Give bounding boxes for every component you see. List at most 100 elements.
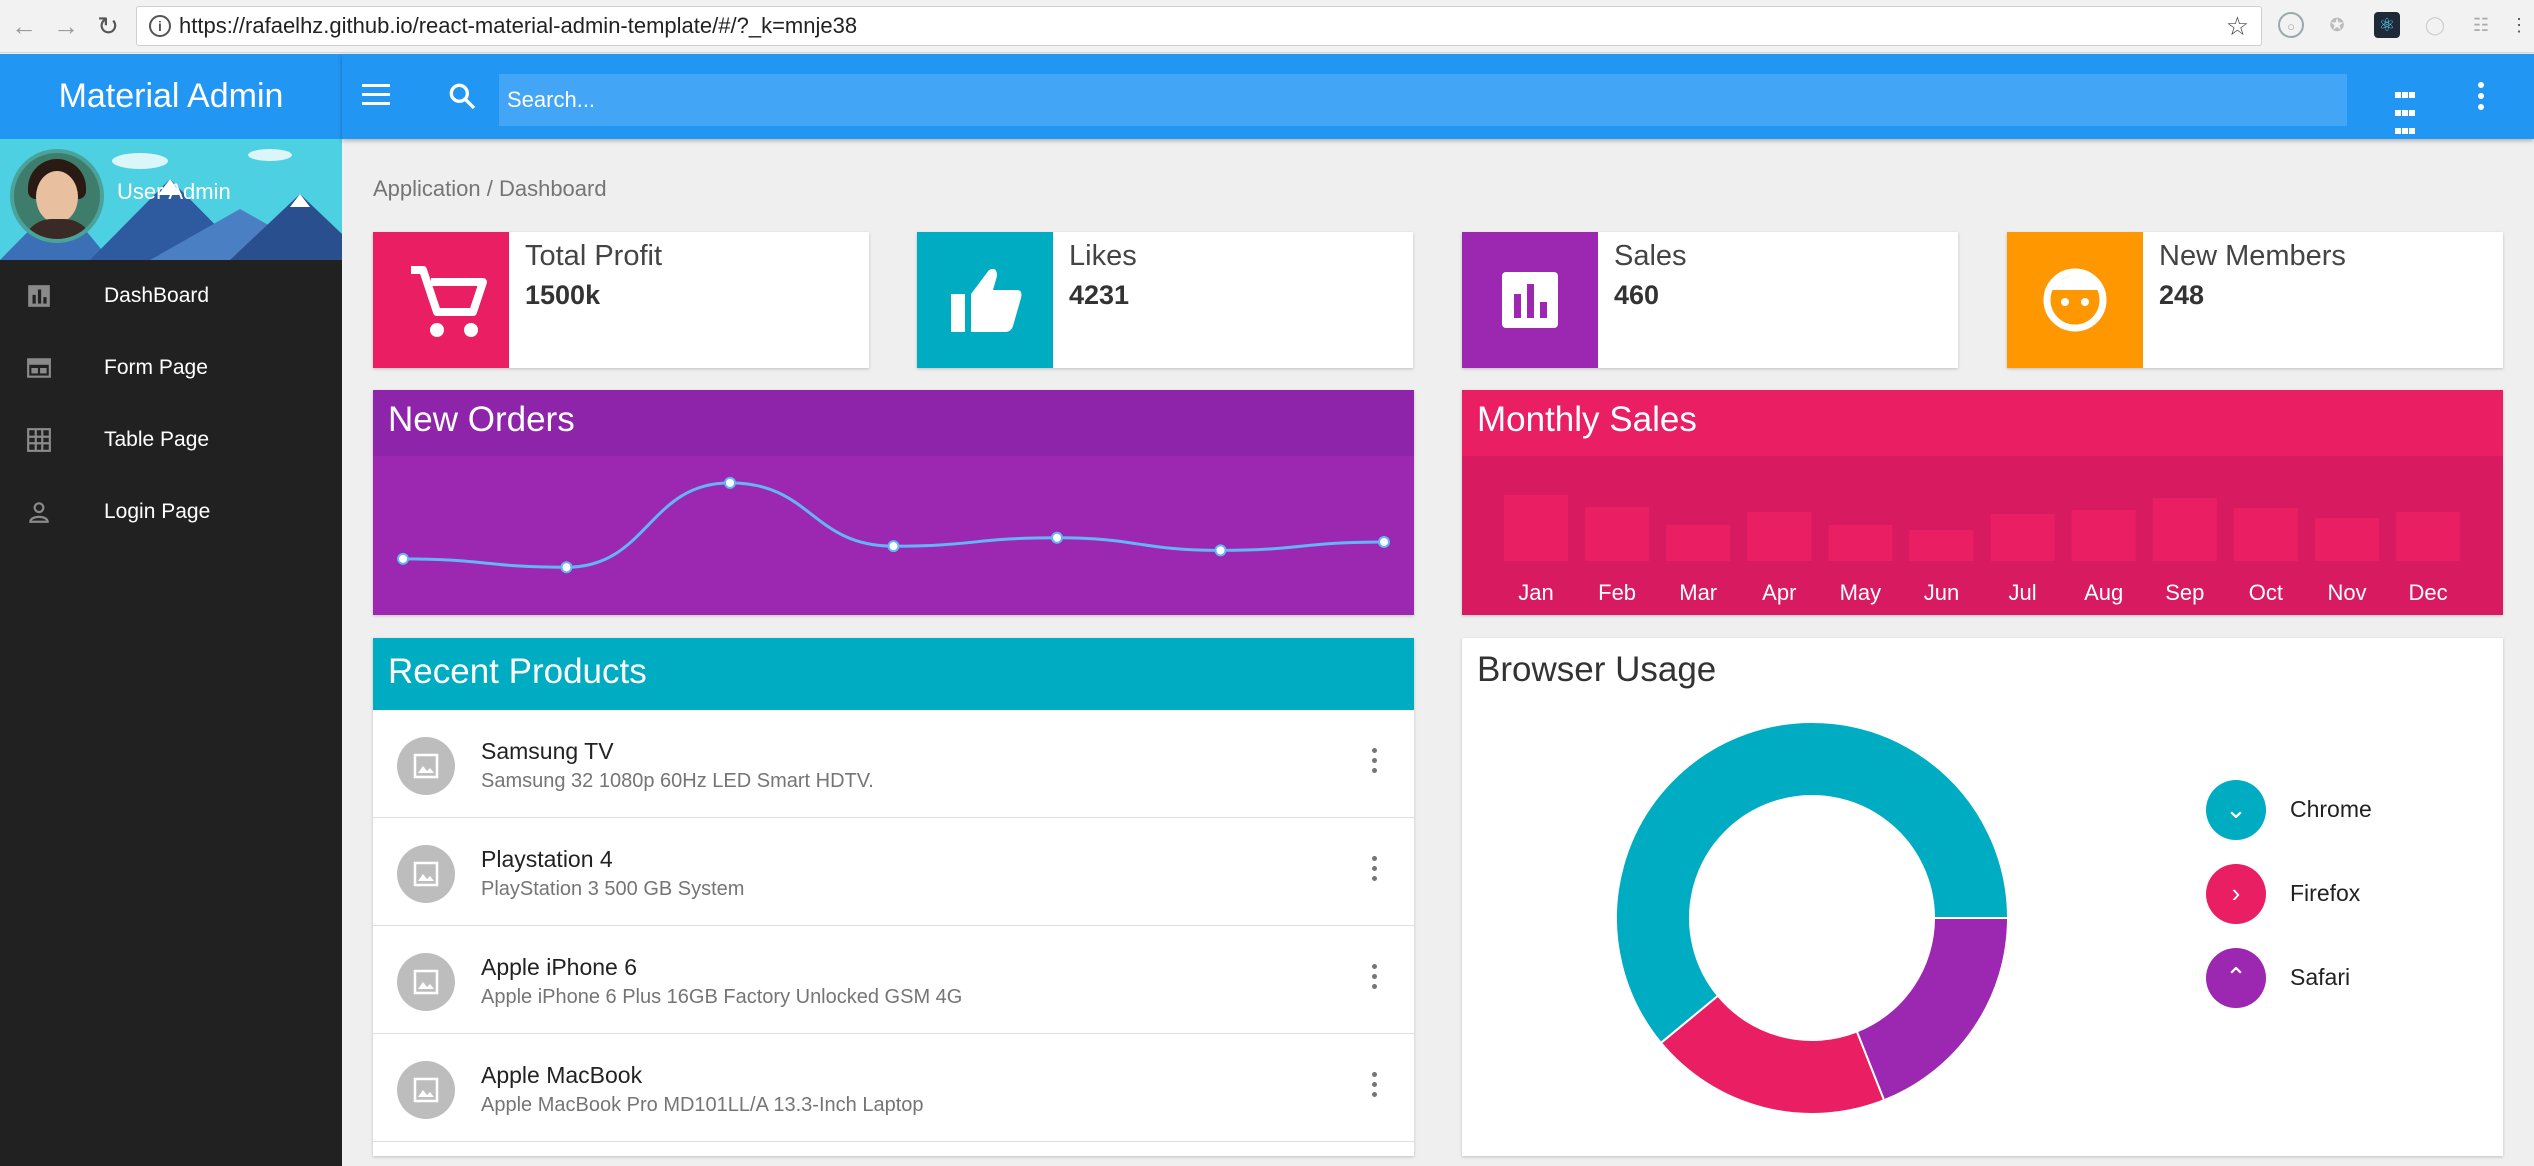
app-title: Material Admin [0,54,342,139]
image-placeholder-icon [397,737,455,795]
extension-icon[interactable]: ◯ [2422,12,2448,38]
sidebar: Material Admin User Admin DashBoard Form… [0,54,342,1166]
avatar[interactable] [10,149,104,243]
sales-bar [2071,510,2136,561]
url-text[interactable]: https://rafaelhz.github.io/react-materia… [179,7,857,45]
apps-icon[interactable] [2395,86,2419,134]
bookmark-star-icon[interactable]: ☆ [2226,7,2249,45]
orders-point [724,476,736,489]
puzzle-extension-icon[interactable]: ✪ [2324,12,2350,38]
list-item[interactable]: Apple MacBook Apple MacBook Pro MD101LL/… [373,1034,1414,1142]
forward-arrow-icon[interactable]: → [50,10,82,42]
search-input[interactable] [499,74,2347,126]
chevron-up-icon: ⌃ [2206,948,2266,1008]
stat-icon-box [373,232,509,368]
browser-usage-panel: Browser Usage ⌄ Chrome › Firefox ⌃ Safar… [1462,638,2503,1156]
month-tick-label: Oct [2249,580,2283,605]
sales-bar [1828,525,1893,561]
info-icon[interactable]: i [149,15,171,37]
image-placeholder-icon [397,1061,455,1119]
product-name: Apple iPhone 6 [481,954,638,980]
month-tick-label: Feb [1598,580,1636,605]
sidebar-item-label: DashBoard [104,284,210,307]
browser-menu-icon[interactable]: ⋮ [2510,12,2528,38]
grid-icon [27,428,51,452]
stat-title: Total Profit [525,240,662,272]
user-name: User Admin [117,179,231,204]
sidebar-item-dashboard[interactable]: DashBoard [0,260,342,332]
sales-bar [1585,507,1650,561]
product-name: Apple MacBook [481,1062,643,1088]
person-icon [29,502,49,523]
cart-icon [411,266,487,337]
stat-card-new-members: New Members 248 [2007,232,2503,368]
web-form-icon [27,358,51,378]
month-tick-label: Apr [1762,580,1796,605]
image-placeholder-icon [397,845,455,903]
shield-extension-icon[interactable]: ○ [2278,12,2304,38]
more-vert-icon[interactable] [2478,82,2486,112]
legend-label: Safari [2290,964,2351,990]
new-orders-line-chart [397,476,1390,574]
orders-point [1051,531,1063,544]
browser-usage-donut-chart [1615,721,2010,1115]
reload-icon[interactable]: ↻ [92,10,124,42]
face-icon [2043,268,2107,332]
more-vert-icon[interactable] [1372,1072,1378,1102]
month-tick-label: May [1840,580,1882,605]
stat-value: 460 [1614,280,1660,310]
sales-bar [1747,512,1812,561]
stat-icon-box [1462,232,1598,368]
month-tick-label: Mar [1679,580,1717,605]
month-tick-label: Aug [2084,580,2123,605]
sidebar-item-label: Login Page [104,500,211,523]
monthly-sales-bar-chart: Jan Feb Mar Apr May Jun Jul Aug Sep Oct Nov Dec [1504,495,2461,605]
month-tick-label: Jan [1518,580,1553,605]
stat-icon-box [2007,232,2143,368]
sales-bar [1990,514,2055,561]
orders-point [887,540,900,553]
orders-point [1378,535,1390,548]
back-arrow-icon[interactable]: ← [8,10,40,42]
sidebar-item-form-page[interactable]: Form Page [0,332,342,404]
product-desc: PlayStation 3 500 GB System [481,878,745,900]
react-devtools-icon[interactable]: ⚛ [2374,12,2400,38]
search-icon [449,83,476,110]
month-tick-label: Jul [2009,580,2037,605]
sales-bar [1666,525,1731,561]
product-desc: Apple MacBook Pro MD101LL/A 13.3-Inch La… [481,1094,924,1116]
more-vert-icon[interactable] [1372,748,1378,778]
stat-title: Likes [1069,240,1137,272]
stat-title: New Members [2159,240,2346,272]
chevron-down-icon: ⌄ [2206,780,2266,840]
orders-point [1214,544,1227,557]
menu-icon[interactable] [362,84,390,108]
more-vert-icon[interactable] [1372,856,1378,886]
sidebar-item-label: Form Page [104,356,208,379]
list-item[interactable]: Playstation 4 PlayStation 3 500 GB Syste… [373,818,1414,926]
month-tick-label: Dec [2409,580,2448,605]
new-orders-panel: New Orders [373,390,1414,615]
bar-chart-icon [28,285,50,307]
legend-label: Chrome [2290,796,2372,822]
monthly-sales-panel: Monthly Sales Jan Feb Mar Apr May Jun Jul Aug Se… [1462,390,2503,615]
address-bar[interactable]: i https://rafaelhz.github.io/react-mater… [136,6,2262,46]
panel-title: Browser Usage [1477,650,1717,689]
sales-bar [2315,518,2379,561]
sales-bar [2152,498,2217,561]
image-placeholder-icon [397,953,455,1011]
extension-icon[interactable]: ☷ [2468,12,2494,38]
panel-title: Monthly Sales [1477,400,1697,439]
list-item[interactable]: Samsung TV Samsung 32 1080p 60Hz LED Sma… [373,710,1414,818]
list-item[interactable]: Apple iPhone 6 Apple iPhone 6 Plus 16GB … [373,926,1414,1034]
month-tick-label: Nov [2327,580,2366,605]
browser-toolbar: ← → ↻ i https://rafaelhz.github.io/react… [0,0,2534,53]
legend-label: Firefox [2290,880,2361,906]
panel-title: Recent Products [388,652,647,691]
more-vert-icon[interactable] [1372,964,1378,994]
sidebar-item-login-page[interactable]: Login Page [0,476,342,548]
sales-bar [1504,495,1568,561]
sidebar-item-table-page[interactable]: Table Page [0,404,342,476]
assessment-icon [1502,272,1558,328]
month-tick-label: Sep [2165,580,2204,605]
